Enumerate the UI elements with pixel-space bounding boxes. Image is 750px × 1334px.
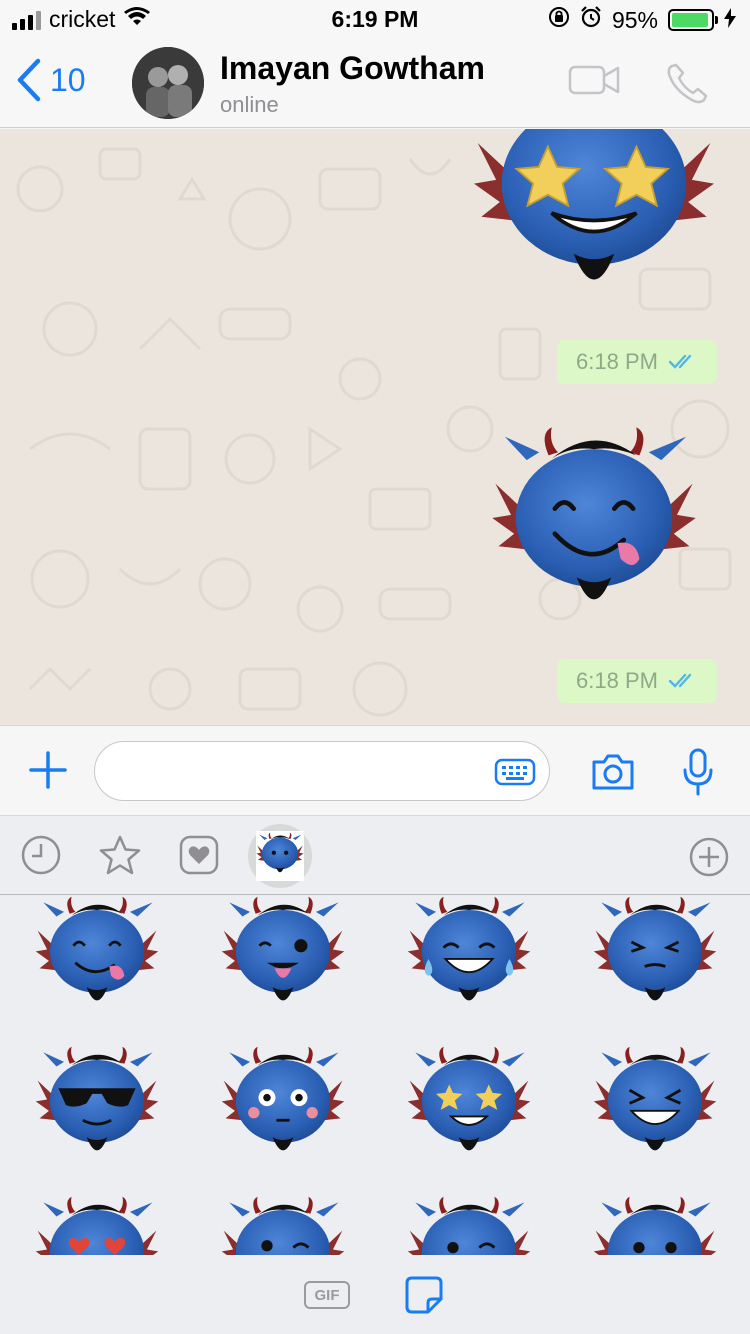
devil-sticker-pack-icon[interactable] — [248, 824, 312, 888]
sticker-tongue-wink[interactable] — [32, 895, 162, 1023]
sticker-neutral[interactable] — [590, 1193, 720, 1255]
back-chevron-icon — [17, 58, 41, 102]
chat-area[interactable]: 6:18 PM 6:18 PM — [0, 129, 750, 725]
contact-name[interactable]: Imayan Gowtham — [220, 50, 485, 87]
keyboard-icon[interactable] — [494, 758, 536, 791]
charging-bolt-icon — [724, 7, 736, 34]
message-time: 6:18 PM — [576, 349, 658, 374]
sticker-tray-tabs — [0, 815, 750, 895]
sticker-laughing-squint[interactable] — [590, 1043, 720, 1173]
sticker-winking[interactable] — [218, 1193, 348, 1255]
orientation-lock-icon — [548, 6, 570, 34]
contact-status: online — [220, 92, 279, 117]
add-pack-icon[interactable] — [688, 836, 730, 883]
message-timestamp: 6:18 PM — [557, 659, 717, 703]
voice-call-icon[interactable] — [664, 62, 712, 111]
sticker-star-eyes[interactable] — [404, 1043, 534, 1173]
message-time: 6:18 PM — [576, 668, 658, 693]
back-button[interactable]: 10 — [16, 58, 86, 102]
tray-bottom-tabs: GIF — [0, 1255, 750, 1334]
sticker-sunglasses[interactable] — [32, 1043, 162, 1173]
alarm-icon — [580, 6, 602, 34]
gif-tab[interactable]: GIF — [304, 1281, 350, 1309]
read-receipt-icon — [668, 673, 692, 688]
sticker-heart-eyes[interactable] — [32, 1193, 162, 1255]
sticker-flushed[interactable] — [218, 1043, 348, 1173]
microphone-icon[interactable] — [682, 748, 714, 801]
sticker-winking-2[interactable] — [404, 1193, 534, 1255]
camera-icon[interactable] — [590, 752, 636, 797]
recent-clock-icon[interactable] — [20, 834, 62, 881]
message-input[interactable] — [94, 741, 550, 801]
chat-header: 10 Imayan Gowtham online — [0, 40, 750, 128]
message-timestamp: 6:18 PM — [557, 340, 717, 384]
plus-icon[interactable] — [28, 750, 68, 795]
battery-icon — [668, 9, 718, 31]
sticker-tears-of-joy[interactable] — [404, 895, 534, 1023]
sticker-squinting-grin[interactable] — [590, 895, 720, 1023]
sticker-wink-tongue-out[interactable] — [218, 895, 348, 1023]
composer-bar — [0, 725, 750, 815]
sticker-message-tongue-smile[interactable] — [474, 421, 714, 637]
video-call-icon[interactable] — [568, 62, 620, 103]
sticker-grid — [0, 895, 750, 1255]
sticker-icon[interactable] — [404, 1275, 444, 1320]
read-receipt-icon — [668, 354, 692, 369]
status-bar: cricket 6:19 PM 95% — [0, 0, 750, 40]
battery-percent: 95% — [611, 6, 658, 33]
unread-count: 10 — [50, 61, 86, 98]
avatar[interactable] — [132, 47, 204, 119]
favorites-heart-icon[interactable] — [178, 834, 220, 881]
sticker-message-star-eyes[interactable] — [474, 129, 714, 324]
favorites-star-icon[interactable] — [98, 834, 142, 881]
